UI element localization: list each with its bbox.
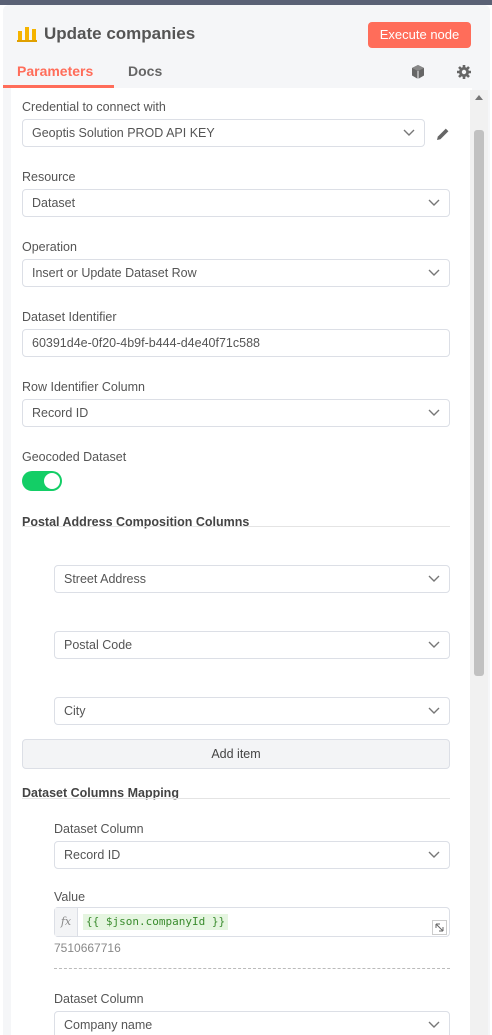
- toggle-knob: [44, 473, 60, 489]
- row-id-value: Record ID: [32, 406, 89, 420]
- expression-input[interactable]: fx {{ $json.companyId }}: [54, 907, 450, 937]
- resource-select[interactable]: Dataset: [22, 189, 450, 217]
- resource-label: Resource: [22, 170, 76, 184]
- node-icon: [17, 27, 37, 42]
- postal-item-value: Street Address: [64, 572, 146, 586]
- gear-icon[interactable]: [456, 64, 472, 80]
- edit-credential-icon[interactable]: [435, 126, 451, 142]
- operation-select[interactable]: Insert or Update Dataset Row: [22, 259, 450, 287]
- operation-value: Insert or Update Dataset Row: [32, 266, 197, 280]
- panel-header: Update companies Execute node Parameters…: [3, 5, 490, 88]
- execute-node-button[interactable]: Execute node: [368, 22, 471, 48]
- dataset-column-label: Dataset Column: [54, 992, 144, 1006]
- chevron-down-icon: [428, 707, 440, 714]
- dataset-column-value: Record ID: [64, 848, 121, 862]
- postal-item-value: City: [64, 704, 86, 718]
- credential-value: Geoptis Solution PROD API KEY: [32, 126, 215, 140]
- chevron-down-icon: [428, 641, 440, 648]
- postal-item-select[interactable]: Postal Code: [54, 631, 450, 659]
- postal-item-value: Postal Code: [64, 638, 133, 652]
- geocoded-label: Geocoded Dataset: [22, 450, 127, 464]
- scroll-up-arrow-icon[interactable]: [475, 95, 483, 100]
- row-id-label: Row Identifier Column: [22, 380, 145, 394]
- credential-label: Credential to connect with: [22, 100, 166, 114]
- operation-label: Operation: [22, 240, 77, 254]
- chevron-down-icon: [428, 575, 440, 582]
- cube-icon[interactable]: [410, 64, 426, 80]
- dataset-column-label: Dataset Column: [54, 822, 144, 836]
- scrollbar[interactable]: [470, 90, 488, 1035]
- expression-preview: 7510667716: [54, 941, 121, 955]
- chevron-down-icon: [428, 1021, 440, 1028]
- add-item-button[interactable]: Add item: [22, 739, 450, 769]
- section-divider: [22, 798, 450, 799]
- dataset-id-value: 60391d4e-0f20-4b9f-b444-d4e40f71c588: [32, 336, 260, 350]
- chevron-down-icon: [428, 269, 440, 276]
- tab-parameters[interactable]: Parameters: [17, 63, 93, 79]
- resource-value: Dataset: [32, 196, 76, 210]
- postal-item-select[interactable]: Street Address: [54, 565, 450, 593]
- dataset-id-label: Dataset Identifier: [22, 310, 117, 324]
- chevron-down-icon: [403, 129, 415, 136]
- parameters-content: Credential to connect with Geoptis Solut…: [11, 88, 472, 1035]
- row-id-select[interactable]: Record ID: [22, 399, 450, 427]
- dataset-column-select[interactable]: Company name: [54, 1011, 450, 1035]
- fx-icon: fx: [55, 908, 78, 936]
- expression-value: {{ $json.companyId }}: [83, 914, 229, 930]
- dataset-id-input[interactable]: 60391d4e-0f20-4b9f-b444-d4e40f71c588: [22, 329, 450, 357]
- dataset-column-select[interactable]: Record ID: [54, 841, 450, 869]
- value-label: Value: [54, 890, 86, 904]
- entry-separator: [54, 968, 450, 969]
- scrollbar-thumb[interactable]: [474, 130, 484, 676]
- postal-item-select[interactable]: City: [54, 697, 450, 725]
- credential-select[interactable]: Geoptis Solution PROD API KEY: [22, 119, 425, 147]
- chevron-down-icon: [428, 851, 440, 858]
- expand-icon[interactable]: [432, 920, 447, 935]
- node-title: Update companies: [44, 24, 196, 43]
- geocoded-toggle[interactable]: [22, 471, 62, 491]
- tab-docs[interactable]: Docs: [128, 63, 162, 79]
- dataset-column-value: Company name: [64, 1018, 153, 1032]
- section-divider: [22, 526, 450, 527]
- chevron-down-icon: [428, 409, 440, 416]
- node-panel: Update companies Execute node Parameters…: [3, 5, 490, 1035]
- chevron-down-icon: [428, 199, 440, 206]
